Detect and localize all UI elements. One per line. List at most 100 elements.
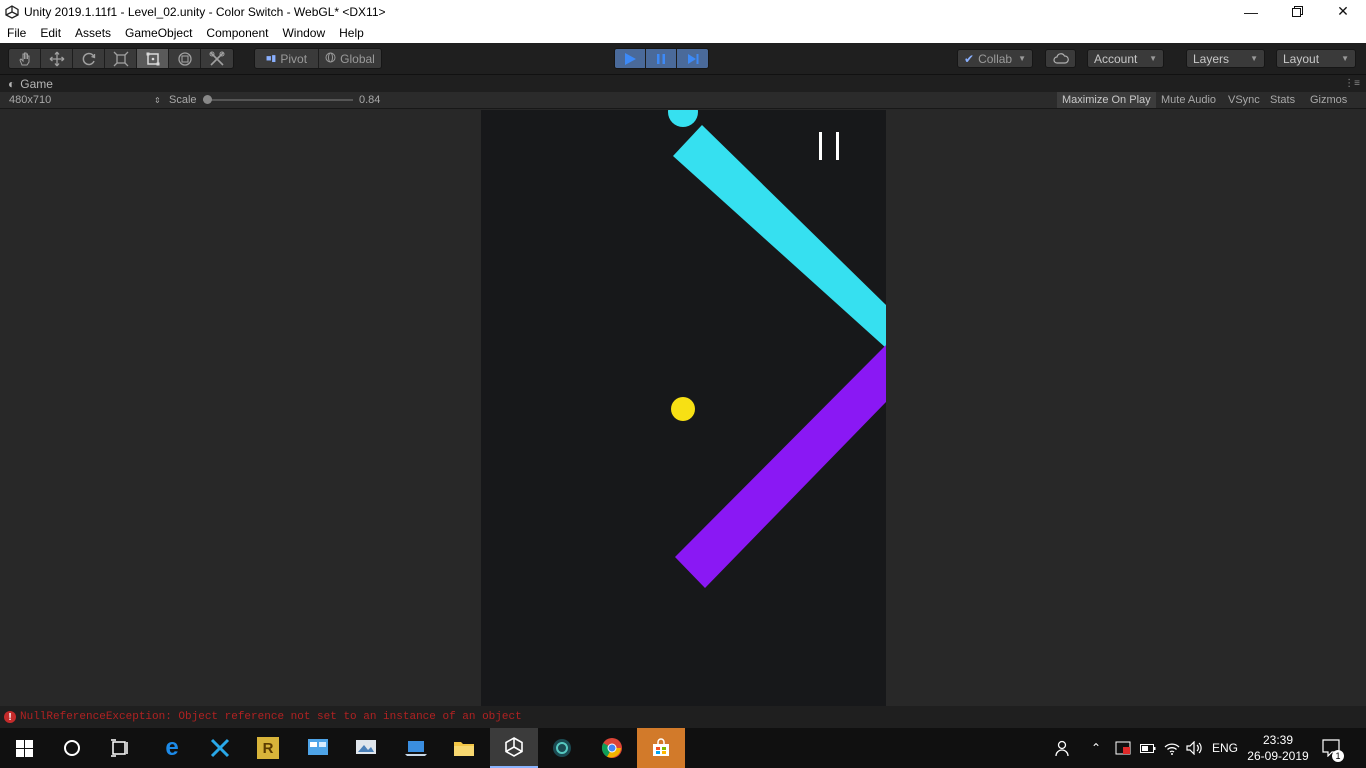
clock[interactable]: 23:39 26-09-2019	[1246, 728, 1310, 768]
rect-icon[interactable]	[137, 49, 169, 68]
menu-gameobject[interactable]: GameObject	[118, 26, 199, 40]
account-label: Account	[1094, 51, 1138, 66]
wifi-icon[interactable]	[1164, 728, 1180, 768]
scale-label: Scale	[169, 94, 197, 106]
pivot-label: Pivot	[280, 51, 308, 66]
chevron-down-icon: ▼	[1341, 54, 1349, 63]
collab-label: Collab	[978, 51, 1013, 66]
game-tab[interactable]: Game	[20, 77, 53, 91]
main-toolbar: ■▮ Pivot Global ✔ Collab ▼ Account ▼ Lay…	[0, 43, 1366, 75]
edge-icon[interactable]: e	[148, 728, 196, 768]
layers-label: Layers	[1193, 51, 1230, 66]
menu-file[interactable]: File	[0, 26, 33, 40]
pause-icon[interactable]	[646, 49, 677, 68]
play-icon[interactable]	[615, 49, 646, 68]
cyan-color-switcher	[668, 110, 698, 127]
minimize-icon[interactable]: —	[1228, 0, 1274, 23]
laptop-icon[interactable]	[392, 728, 440, 768]
menu-assets[interactable]: Assets	[68, 26, 118, 40]
console-status-bar[interactable]: ! NullReferenceException: Object referen…	[0, 706, 1366, 728]
scale-icon[interactable]	[105, 49, 137, 68]
layout-label: Layout	[1283, 51, 1320, 66]
game-canvas[interactable]	[481, 110, 886, 706]
pivot-toggle[interactable]: ■▮ Pivot	[255, 49, 319, 68]
step-icon[interactable]	[677, 49, 708, 68]
close-icon[interactable]: ✕	[1320, 0, 1366, 23]
game-tab-icon: ◐	[8, 76, 16, 91]
resolution-dropdown[interactable]: 480x710	[9, 92, 51, 108]
hand-icon[interactable]	[9, 49, 41, 68]
maximize-on-play-toggle[interactable]: Maximize On Play	[1057, 92, 1156, 108]
windows-start-icon[interactable]	[0, 728, 48, 768]
pivot-global-group: ■▮ Pivot Global	[254, 48, 382, 69]
title-bar: Unity 2019.1.11f1 - Level_02.unity - Col…	[0, 0, 1366, 23]
clock-time: 23:39	[1262, 733, 1294, 747]
global-toggle[interactable]: Global	[319, 49, 381, 68]
tab-menu-icon[interactable]: ⋮≡	[1344, 78, 1360, 89]
globe-icon	[325, 52, 336, 66]
error-message: NullReferenceException: Object reference…	[20, 711, 522, 723]
chrome-icon[interactable]	[588, 728, 636, 768]
people-icon[interactable]	[1053, 728, 1071, 768]
photos-icon[interactable]	[342, 728, 390, 768]
language-indicator[interactable]: ENG	[1212, 728, 1238, 768]
pause-bars-icon[interactable]	[819, 132, 839, 160]
control-panel-icon[interactable]	[294, 728, 342, 768]
cyan-obstacle-bar	[673, 125, 886, 348]
mute-audio-toggle[interactable]: Mute Audio	[1156, 92, 1221, 108]
layout-dropdown[interactable]: Layout ▼	[1276, 49, 1356, 68]
rotate-icon[interactable]	[73, 49, 105, 68]
cloud-icon	[1052, 53, 1069, 64]
stats-toggle[interactable]: Stats	[1265, 92, 1300, 108]
gizmos-dropdown[interactable]: Gizmos	[1305, 92, 1352, 108]
clock-date: 26-09-2019	[1247, 749, 1309, 763]
menu-bar: File Edit Assets GameObject Component Wi…	[0, 23, 1366, 43]
unity-logo-icon	[4, 4, 20, 20]
scale-value: 0.84	[359, 94, 381, 106]
task-view-icon[interactable]	[96, 728, 144, 768]
notification-icon[interactable]: 1	[1322, 728, 1344, 768]
account-dropdown[interactable]: Account ▼	[1087, 49, 1164, 68]
volume-icon[interactable]	[1186, 728, 1204, 768]
scale-slider[interactable]	[203, 92, 353, 108]
menu-edit[interactable]: Edit	[33, 26, 68, 40]
chevron-up-icon[interactable]: ⌃	[1091, 728, 1101, 768]
player-ball	[671, 397, 695, 421]
game-scene	[668, 110, 886, 588]
game-icon[interactable]	[538, 728, 586, 768]
window-title: Unity 2019.1.11f1 - Level_02.unity - Col…	[24, 4, 386, 19]
pivot-icon: ■▮	[265, 53, 277, 63]
store-icon[interactable]	[637, 728, 685, 768]
file-explorer-icon[interactable]	[440, 728, 488, 768]
purple-obstacle-bar	[675, 345, 886, 588]
collab-check-icon: ✔	[964, 51, 975, 66]
play-controls	[614, 48, 709, 69]
menu-window[interactable]: Window	[275, 26, 332, 40]
global-label: Global	[340, 51, 375, 66]
game-view-bar: 480x710 ⇕ Scale 0.84 Maximize On Play Mu…	[0, 92, 1366, 109]
custom-tool-icon[interactable]	[201, 49, 233, 68]
windows-taskbar: e R ⌃ ENG 23:39 26-09-2019 1	[0, 728, 1366, 768]
scale-slider-handle[interactable]	[203, 95, 212, 104]
tools-icon[interactable]	[196, 728, 244, 768]
cortana-icon[interactable]	[48, 728, 96, 768]
chevron-down-icon: ▼	[1018, 54, 1026, 63]
game-tab-row: ◐ Game ⋮≡	[0, 75, 1366, 92]
unity-icon[interactable]	[490, 728, 538, 768]
collab-dropdown[interactable]: ✔ Collab ▼	[957, 49, 1033, 68]
restore-icon[interactable]	[1274, 0, 1320, 23]
transform-icon[interactable]	[169, 49, 201, 68]
cloud-button[interactable]	[1045, 49, 1076, 68]
chevron-down-icon: ▼	[1250, 54, 1258, 63]
vsync-toggle[interactable]: VSync	[1223, 92, 1265, 108]
menu-component[interactable]: Component	[199, 26, 275, 40]
chevron-down-icon: ▼	[1149, 54, 1157, 63]
menu-help[interactable]: Help	[332, 26, 371, 40]
warning-tray-icon[interactable]	[1115, 728, 1131, 768]
error-icon: !	[4, 711, 16, 723]
layers-dropdown[interactable]: Layers ▼	[1186, 49, 1265, 68]
move-icon[interactable]	[41, 49, 73, 68]
battery-icon[interactable]	[1140, 728, 1156, 768]
resolution-arrows-icon[interactable]: ⇕	[154, 92, 161, 108]
r-app-icon[interactable]: R	[244, 728, 292, 768]
